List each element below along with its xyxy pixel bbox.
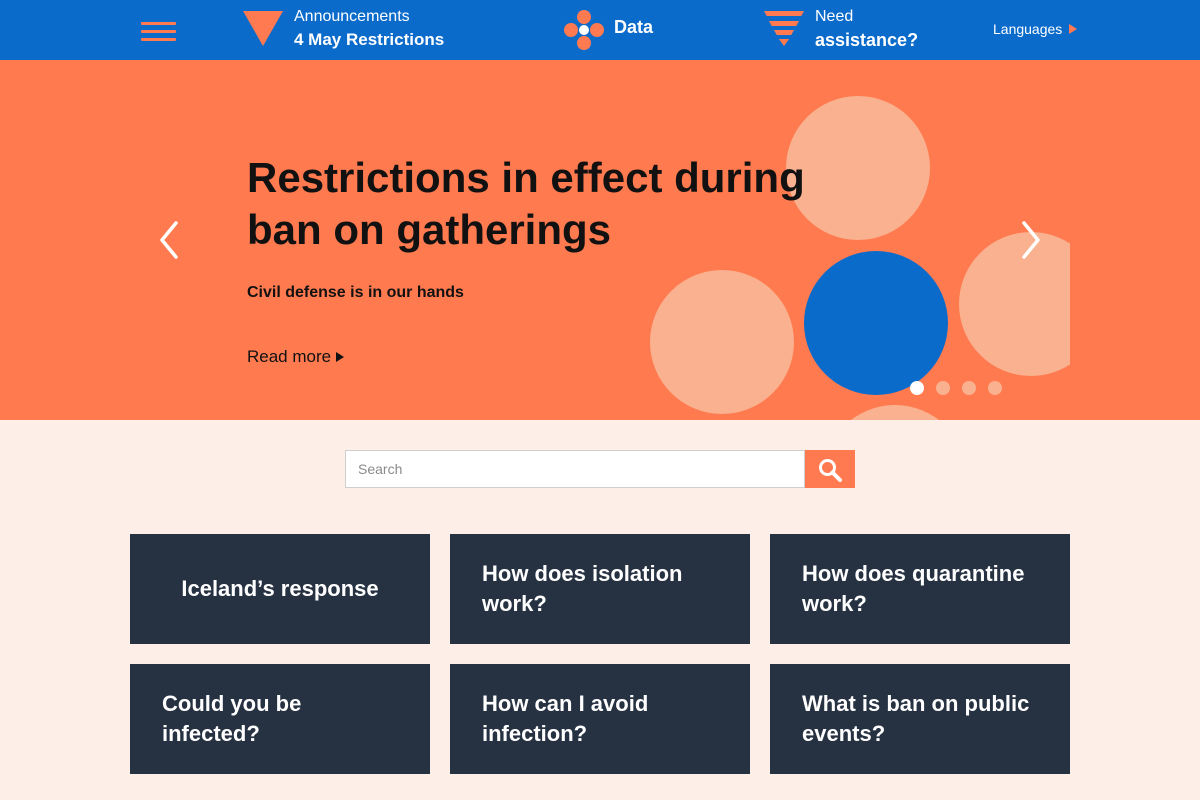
read-more-label: Read more — [247, 347, 332, 366]
hamburger-line — [141, 22, 176, 25]
chevron-right-icon — [1022, 221, 1040, 259]
decorative-circle — [786, 96, 930, 240]
languages-menu[interactable]: Languages — [993, 21, 1078, 37]
search-button[interactable] — [805, 450, 855, 488]
caret-right-icon — [336, 352, 345, 362]
need-assistance-link[interactable]: Need assistance? — [764, 0, 944, 60]
carousel-prev-button[interactable] — [155, 220, 185, 260]
announcements-label: Announcements — [294, 8, 410, 25]
carousel-dot[interactable] — [988, 381, 1002, 395]
decorative-circle — [804, 251, 948, 395]
card-quarantine[interactable]: How does quarantine work? — [770, 534, 1070, 644]
card-avoid-infection[interactable]: How can I avoid infection? — [450, 664, 750, 774]
card-icelands-response[interactable]: Iceland’s response — [130, 534, 430, 644]
hero-subtitle: Civil defense is in our hands — [247, 284, 464, 301]
card-label: How does isolation work? — [482, 561, 683, 616]
decorative-circle — [823, 405, 967, 420]
carousel-dot[interactable] — [910, 381, 924, 395]
card-label: What is ban on public events? — [802, 691, 1030, 746]
decorative-circle — [650, 270, 794, 414]
search-bar — [345, 450, 855, 488]
caret-right-icon — [1069, 24, 1078, 34]
carousel-dot[interactable] — [936, 381, 950, 395]
card-isolation[interactable]: How does isolation work? — [450, 534, 750, 644]
card-label: Iceland’s response — [181, 576, 379, 601]
dots-cluster-icon — [564, 10, 604, 50]
search-icon — [819, 459, 842, 482]
announcements-value: 4 May Restrictions — [294, 30, 445, 49]
announcements-link[interactable]: Announcements 4 May Restrictions — [243, 0, 473, 60]
card-ban-on-public-events[interactable]: What is ban on public events? — [770, 664, 1070, 774]
languages-label: Languages — [993, 21, 1063, 37]
hero-title: Restrictions in effect during ban on gat… — [247, 154, 805, 253]
hamburger-line — [141, 30, 176, 33]
triangle-icon — [243, 11, 283, 46]
carousel-dot[interactable] — [962, 381, 976, 395]
read-more-link[interactable]: Read more — [247, 347, 345, 367]
data-label: Data — [614, 17, 654, 37]
chevron-left-icon — [160, 221, 178, 259]
striped-funnel-icon — [764, 11, 804, 46]
help-label: Need — [815, 8, 854, 25]
search-input[interactable] — [345, 450, 805, 488]
card-label: How does quarantine work? — [802, 561, 1025, 616]
top-navigation-bar: Announcements 4 May Restrictions Data Ne… — [0, 0, 1200, 60]
card-label: How can I avoid infection? — [482, 691, 649, 746]
hamburger-line — [141, 38, 176, 41]
carousel-next-button[interactable] — [1015, 220, 1045, 260]
hamburger-menu-icon[interactable] — [141, 19, 177, 45]
hero-carousel: Restrictions in effect during ban on gat… — [0, 60, 1200, 420]
data-link[interactable]: Data — [563, 0, 683, 60]
card-could-you-be-infected[interactable]: Could you be infected? — [130, 664, 430, 774]
help-value: assistance? — [815, 30, 919, 50]
card-label: Could you be infected? — [162, 691, 302, 746]
